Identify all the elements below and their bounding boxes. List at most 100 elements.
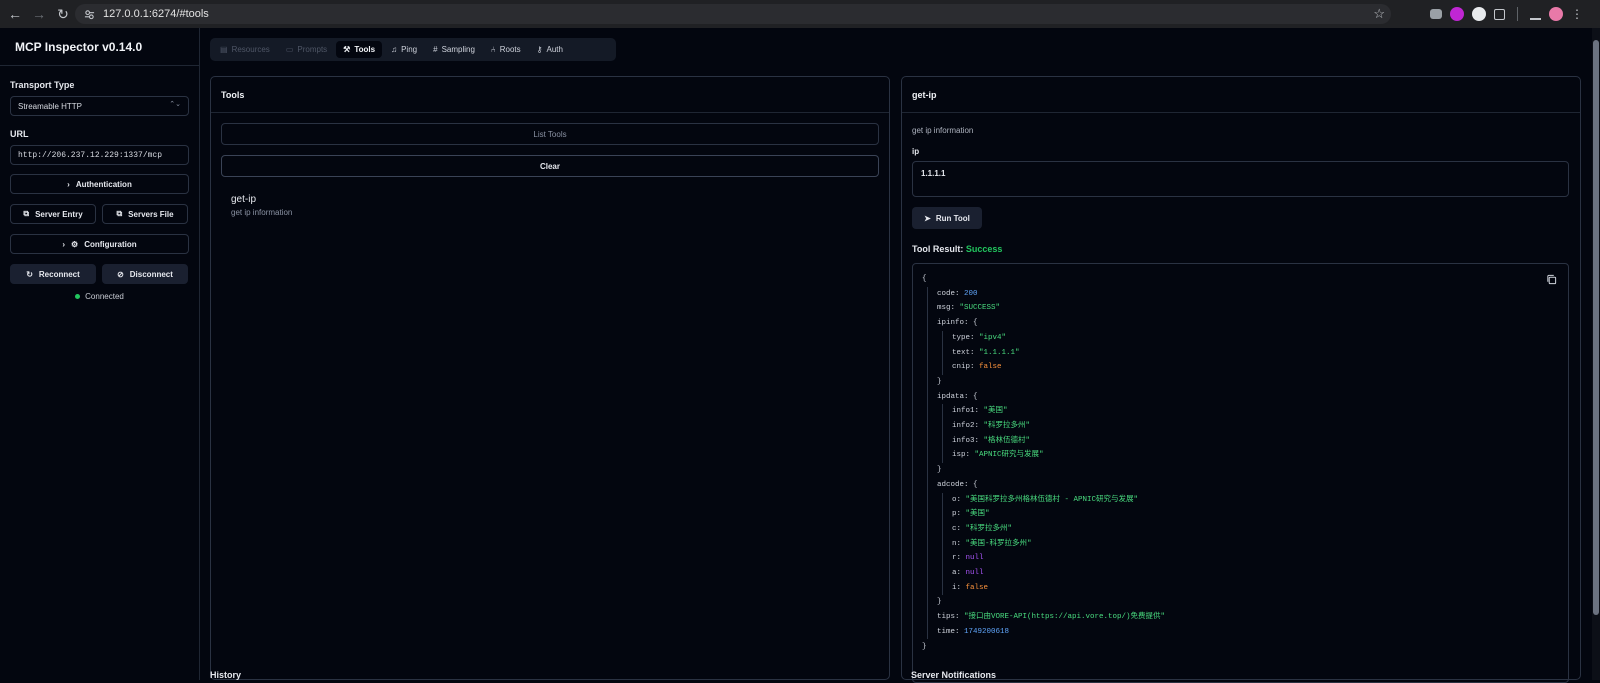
configuration-button[interactable]: › ⚙ Configuration <box>10 234 189 254</box>
json-line: info3: "格林伍德村" <box>952 436 1030 446</box>
tab-prompts[interactable]: ▭ Prompts <box>279 41 334 58</box>
list-tools-button[interactable]: List Tools <box>221 123 879 145</box>
bookmark-star-icon[interactable]: ☆ <box>1373 6 1385 22</box>
json-line: a: null <box>952 568 984 578</box>
tool-list-item[interactable]: get-ip get ip information <box>231 194 292 217</box>
address-bar[interactable]: 127.0.0.1:6274/#tools ☆ <box>75 4 1391 24</box>
json-result-viewer[interactable]: {code: 200 msg: "SUCCESS" ipinfo: {type: "… <box>912 263 1569 683</box>
key-icon: ⚷ <box>536 45 543 54</box>
param-label: ip <box>912 147 920 156</box>
json-line: adcode: { <box>937 480 978 490</box>
tools-panel-title: Tools <box>211 77 889 113</box>
json-key: time: <box>937 627 965 636</box>
menu-icon[interactable]: ⋮ <box>1571 7 1583 21</box>
json-key: info1: <box>952 407 984 416</box>
roots-icon: ⑃ <box>490 45 496 54</box>
json-value: "科罗拉多州" <box>965 524 1013 533</box>
tab-tools[interactable]: ⚒ Tools <box>336 41 383 58</box>
json-line: } <box>937 466 942 475</box>
ip-input[interactable]: 1.1.1.1 <box>912 161 1569 197</box>
reconnect-label: Reconnect <box>38 269 80 279</box>
json-line: } <box>937 598 942 607</box>
tool-description: get ip information <box>231 208 293 217</box>
disconnect-button[interactable]: ⊘ Disconnect <box>102 264 188 284</box>
json-value: "美国" <box>965 510 990 519</box>
json-value: null <box>965 569 984 577</box>
extension-icon[interactable] <box>1430 9 1442 19</box>
json-line: cnip: false <box>952 362 1002 372</box>
json-value: "SUCCESS" <box>959 304 1001 313</box>
forward-icon[interactable]: → <box>28 3 50 25</box>
reload-icon[interactable]: ↻ <box>52 3 74 25</box>
authentication-button[interactable]: › Authentication <box>10 174 189 194</box>
url-text: 127.0.0.1:6274/#tools <box>103 8 209 20</box>
json-value: "美国" <box>983 407 1008 416</box>
url-input[interactable]: http://206.237.12.229:1337/mcp <box>10 145 189 165</box>
prompts-icon: ▭ <box>285 45 294 54</box>
json-value: 200 <box>964 289 978 298</box>
json-key: n: <box>952 539 966 548</box>
json-line: { <box>922 275 927 283</box>
tab-sampling[interactable]: # Sampling <box>426 41 482 58</box>
json-value: "美国科罗拉多州格林伍德村 - APNIC研究与发展" <box>965 495 1139 504</box>
browser-toolbar: ← → ↻ 127.0.0.1:6274/#tools ☆ ⋮ <box>0 0 1600 28</box>
json-line: ipdata: { <box>937 392 978 402</box>
json-key: p: <box>952 510 966 519</box>
sidebar: MCP Inspector v0.14.0 Transport Type Str… <box>0 28 200 680</box>
site-info-icon[interactable] <box>81 6 97 22</box>
status-text: Connected <box>85 292 124 301</box>
server-entry-button[interactable]: ⧉ Server Entry <box>10 204 96 224</box>
tab-label: Tools <box>354 45 376 54</box>
extension-icon[interactable] <box>1450 7 1464 21</box>
scrollbar-thumb[interactable] <box>1593 40 1599 615</box>
tool-detail-panel: get-ip get ip information ip 1.1.1.1 ➤ R… <box>901 76 1581 683</box>
tool-result-status: Tool Result: Success <box>912 244 1002 254</box>
transport-type-value: Streamable HTTP <box>18 101 83 111</box>
copy-icon: ⧉ <box>116 209 123 218</box>
run-tool-button[interactable]: ➤ Run Tool <box>912 207 982 229</box>
json-key: i: <box>952 583 966 592</box>
tab-label: Resources <box>231 45 270 54</box>
json-line: info2: "科罗拉多州" <box>952 421 1030 431</box>
tools-panel: Tools List Tools Clear get-ip get ip inf… <box>210 76 890 680</box>
tab-resources[interactable]: ▤ Resources <box>213 41 277 58</box>
puzzle-icon[interactable] <box>1494 8 1505 20</box>
json-line: r: null <box>952 553 984 563</box>
unplug-icon: ⊘ <box>117 269 124 279</box>
json-value: "科罗拉多州" <box>983 422 1031 430</box>
indent-guide <box>927 286 928 640</box>
json-line: type: "ipv4" <box>952 333 1006 343</box>
tool-result-label: Tool Result: <box>912 244 964 254</box>
json-line: } <box>922 642 927 651</box>
json-key: msg: <box>937 304 960 313</box>
json-line: i: false <box>952 583 988 593</box>
json-key: tips: <box>937 613 965 622</box>
json-line: o: "美国科罗拉多州格林伍德村 - APNIC研究与发展" <box>952 495 1138 505</box>
history-title: History <box>210 670 242 680</box>
tab-ping[interactable]: ♫ Ping <box>384 41 424 58</box>
profile-avatar[interactable] <box>1549 7 1563 21</box>
tab-roots[interactable]: ⑃ Roots <box>484 41 528 58</box>
transport-type-label: Transport Type <box>10 80 75 90</box>
transport-type-select[interactable]: Streamable HTTP ⌃⌄ <box>10 96 189 116</box>
reconnect-button[interactable]: ↻ Reconnect <box>10 264 96 284</box>
json-key: info2: <box>952 422 984 430</box>
json-value: false <box>965 583 989 592</box>
status-dot <box>75 294 81 299</box>
json-value: "ipv4" <box>979 333 1007 342</box>
json-line: n: "美国-科罗拉多州" <box>952 539 1032 549</box>
back-icon[interactable]: ← <box>4 3 26 25</box>
clear-button[interactable]: Clear <box>221 155 879 177</box>
json-key: code: <box>937 289 965 298</box>
json-key: isp: <box>952 451 975 460</box>
download-icon[interactable] <box>1530 9 1541 20</box>
authentication-label: Authentication <box>75 179 132 189</box>
json-key: info3: <box>952 436 984 445</box>
json-line: isp: "APNIC研究与发展" <box>952 450 1044 460</box>
json-line: c: "科罗拉多州" <box>952 524 1012 534</box>
extension-icon[interactable] <box>1472 7 1486 21</box>
servers-file-button[interactable]: ⧉ Servers File <box>102 204 188 224</box>
json-key: c: <box>952 524 966 533</box>
tab-auth[interactable]: ⚷ Auth <box>530 41 570 58</box>
copy-icon[interactable] <box>1546 274 1558 286</box>
